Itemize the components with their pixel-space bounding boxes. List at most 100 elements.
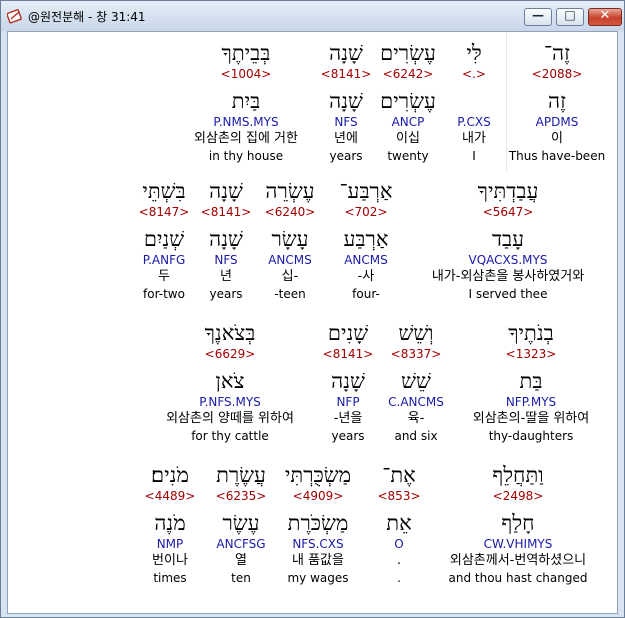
word-block[interactable]: לִּי <.> P.CXS 내가 I <box>457 40 490 164</box>
english-gloss: my wages <box>287 571 349 585</box>
hebrew-word: עֶשְׂרֵה <box>265 179 315 203</box>
korean-gloss: 열 <box>235 553 247 568</box>
minimize-button[interactable]: — <box>524 8 552 26</box>
strong-number[interactable]: <5647> <box>432 204 584 220</box>
hebrew-word: בְנֹתֶיךָ <box>508 321 554 345</box>
english-gloss: ten <box>231 571 251 585</box>
morphology-code: APDMS <box>535 115 579 129</box>
morphology-code: P.ANFG <box>142 253 186 267</box>
close-icon: ✕ <box>599 8 611 23</box>
word-block[interactable]: שָׁנָה <8141> שָׁנָה NFS 년에 years <box>321 40 372 164</box>
lexical-form: שְׁנַיִם <box>143 227 185 251</box>
strong-number[interactable]: <6629> <box>166 346 294 362</box>
word-block[interactable]: עֲשֶׂרֶת <6235> עֶשֶׂר ANCFSG 열 ten <box>216 462 267 586</box>
strong-number[interactable]: <6240> <box>265 204 316 220</box>
lexical-form: בַּת <box>519 369 543 393</box>
lexical-form: שָׁנָה <box>329 89 363 113</box>
english-gloss: times <box>153 571 187 585</box>
english-gloss: years <box>331 429 365 443</box>
korean-gloss: 외삼촌의 양떼를 위하여 <box>166 411 294 426</box>
strong-number[interactable]: <8141> <box>323 346 374 362</box>
strong-number[interactable]: <8141> <box>321 66 372 82</box>
morphology-code: CW.VHIMYS <box>483 537 553 551</box>
hebrew-word: מֹנִים׃ <box>151 463 189 487</box>
strong-number[interactable]: <853> <box>377 488 420 504</box>
strong-number[interactable]: <8337> <box>388 346 444 362</box>
morphology-code: NFS <box>334 115 358 129</box>
english-gloss: I <box>472 149 476 163</box>
morphology-code: ANCMS <box>268 253 312 267</box>
morphology-code: P.CXS <box>457 115 491 129</box>
hebrew-word: אֶת־ <box>382 463 416 487</box>
strong-number[interactable]: <1323> <box>473 346 589 362</box>
english-gloss: for-two <box>143 287 185 301</box>
maximize-button[interactable]: □ <box>556 8 584 26</box>
word-block[interactable]: עֲבַדְתִּיךָ <5647> עָבַד VQACXS.MYS 내가-… <box>432 178 584 302</box>
lexical-form: עֶשֶׂר <box>222 511 260 535</box>
minimize-icon: — <box>532 8 544 22</box>
hebrew-word: שָׁנִים <box>327 321 369 345</box>
hebrew-word: עֲבַדְתִּיךָ <box>477 179 539 203</box>
word-block[interactable]: וַתַּחֲלֵף <2498> חָלַף CW.VHIMYS 외삼촌께서-… <box>449 462 588 586</box>
english-gloss: in thy house <box>208 149 284 163</box>
strong-number[interactable]: <2088> <box>509 66 605 82</box>
strong-number[interactable]: <.> <box>457 66 490 82</box>
word-block[interactable]: שָׁנָה <8141> שָׁנָה NFS 년 years <box>201 178 252 302</box>
korean-gloss: 두 <box>158 269 170 284</box>
korean-gloss: 외삼촌의-딸을 위하여 <box>472 411 590 426</box>
strong-number[interactable]: <4489> <box>145 488 196 504</box>
hebrew-word: אַרְבַּע־ <box>339 179 393 203</box>
korean-gloss: . <box>396 553 402 568</box>
english-gloss: four- <box>352 287 380 301</box>
word-block[interactable]: עֶשְׂרִים <6242> עֶשְׂרִים ANCP 이십 twent… <box>380 40 436 164</box>
word-block[interactable]: בְּבֵיתֶךָ <1004> בַּיִת P.NMS.MYS 외삼촌의 … <box>194 40 298 164</box>
word-block[interactable]: זֶה־ <2088> זֶה APDMS 이 Thus have-been <box>509 40 605 164</box>
english-gloss: twenty <box>387 149 429 163</box>
hebrew-word: לִּי <box>466 41 482 65</box>
korean-gloss: 년 <box>220 269 232 284</box>
word-block[interactable]: עֶשְׂרֵה <6240> עָשָׂר ANCMS 십- -teen <box>265 178 316 302</box>
lexical-form: חָלַף <box>501 511 535 535</box>
window-title: @원전분해 - 창 31:41 <box>28 10 146 24</box>
morphology-code: NFS.CXS <box>292 537 344 551</box>
korean-gloss: -년을 <box>333 411 363 426</box>
word-block[interactable]: מַשְׂכֻּרְתִּי <4909> מַשְׂכֹּרֶת NFS.CX… <box>285 462 351 586</box>
strong-number[interactable]: <4909> <box>285 488 351 504</box>
strong-number[interactable]: <8147> <box>139 204 190 220</box>
morphology-code: O <box>394 537 404 551</box>
word-block[interactable]: בִּשְׁתֵּי <8147> שְׁנַיִם P.ANFG 두 for-… <box>139 178 190 302</box>
english-gloss: Thus have-been <box>508 149 606 163</box>
word-block[interactable]: מֹנִים׃ <4489> מֹנֶה NMP 번이나 times <box>145 462 196 586</box>
lexical-form: אֵת <box>386 511 412 535</box>
lexical-form: אַרְבַּע <box>343 227 389 251</box>
strong-number[interactable]: <2498> <box>449 488 588 504</box>
word-block[interactable]: שָׁנִים <8141> שָׁנָה NFP -년을 years <box>323 320 374 444</box>
word-block[interactable]: אֶת־ <853> אֵת O . . <box>377 462 420 586</box>
lexical-form: מֹנֶה <box>154 511 186 535</box>
korean-gloss: 년에 <box>334 131 358 146</box>
word-block[interactable]: וְשֵׁשׁ <8337> שֵׁשׁ C.ANCMS 육- and six <box>388 320 444 444</box>
korean-gloss: 육- <box>407 411 425 426</box>
hebrew-word: מַשְׂכֻּרְתִּי <box>284 463 352 487</box>
lexical-form: זֶה <box>548 89 566 113</box>
lexical-form: צֹאן <box>215 369 245 393</box>
korean-gloss: 이 <box>551 131 563 146</box>
strong-number[interactable]: <6235> <box>216 488 267 504</box>
korean-gloss: 번이나 <box>152 553 188 568</box>
hebrew-word: בְּצֹאנֶךָ <box>204 321 256 345</box>
morphology-code: NMP <box>156 537 184 551</box>
english-gloss: . <box>397 571 401 585</box>
strong-number[interactable]: <702> <box>340 204 393 220</box>
english-gloss: for thy cattle <box>191 429 269 443</box>
close-button[interactable]: ✕ <box>588 8 622 26</box>
word-block[interactable]: בְנֹתֶיךָ <1323> בַּת NFP.MYS 외삼촌의-딸을 위하… <box>473 320 589 444</box>
word-block[interactable]: אַרְבַּע־ <702> אַרְבַּע ANCMS -사 four- <box>340 178 393 302</box>
strong-number[interactable]: <6242> <box>380 66 436 82</box>
strong-number[interactable]: <1004> <box>194 66 298 82</box>
word-block[interactable]: בְּצֹאנֶךָ <6629> צֹאן P.NFS.MYS 외삼촌의 양떼… <box>166 320 294 444</box>
morphology-code: NFP <box>336 395 360 409</box>
strong-number[interactable]: <8141> <box>201 204 252 220</box>
hebrew-word: שָׁנָה <box>329 41 363 65</box>
title-bar[interactable]: @원전분해 - 창 31:41 — □ ✕ <box>1 1 624 31</box>
hebrew-word: בְּבֵיתֶךָ <box>221 41 271 65</box>
